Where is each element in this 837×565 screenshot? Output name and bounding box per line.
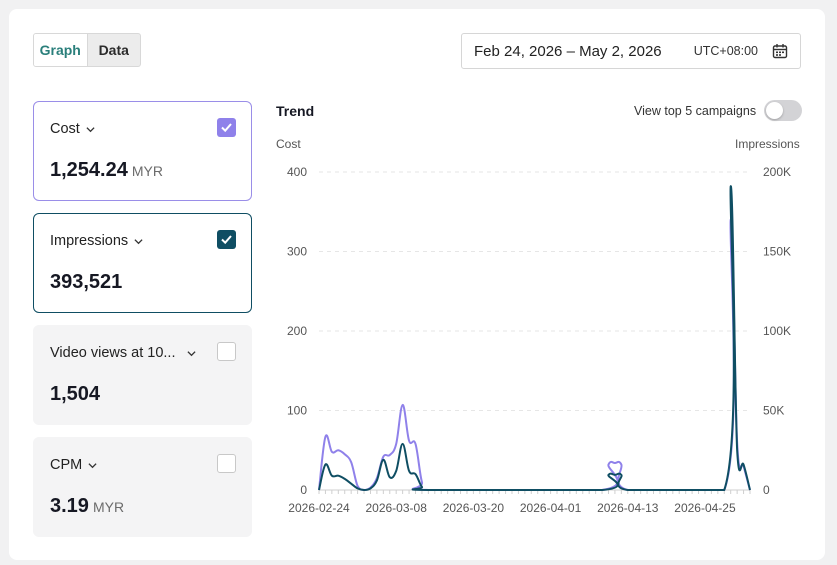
y-tick-label-left: 100	[287, 404, 307, 418]
y-tick-label-left: 300	[287, 245, 307, 259]
series-line-cost	[318, 218, 751, 492]
x-tick-label: 2026-02-24	[288, 501, 350, 515]
trend-chart: 0 0 100 50K 200 100K 300 150K 400 200K 2026-02-24 2…	[287, 165, 791, 515]
series-line-impressions	[318, 185, 751, 492]
y-tick-label-left: 0	[300, 483, 307, 497]
x-tick-label: 2026-04-01	[520, 501, 582, 515]
x-tick-label: 2026-03-08	[365, 501, 427, 515]
y-tick-label-left: 400	[287, 165, 307, 179]
y-tick-label-right: 50K	[763, 404, 784, 418]
x-tick-label: 2026-03-20	[443, 501, 505, 515]
y-tick-label-right: 0	[763, 483, 770, 497]
y-tick-label-right: 200K	[763, 165, 791, 179]
y-tick-label-right: 100K	[763, 324, 791, 338]
y-tick-label-right: 150K	[763, 245, 791, 259]
y-tick-label-left: 200	[287, 324, 307, 338]
x-tick-label: 2026-04-13	[597, 501, 659, 515]
x-tick-label: 2026-04-25	[674, 501, 736, 515]
